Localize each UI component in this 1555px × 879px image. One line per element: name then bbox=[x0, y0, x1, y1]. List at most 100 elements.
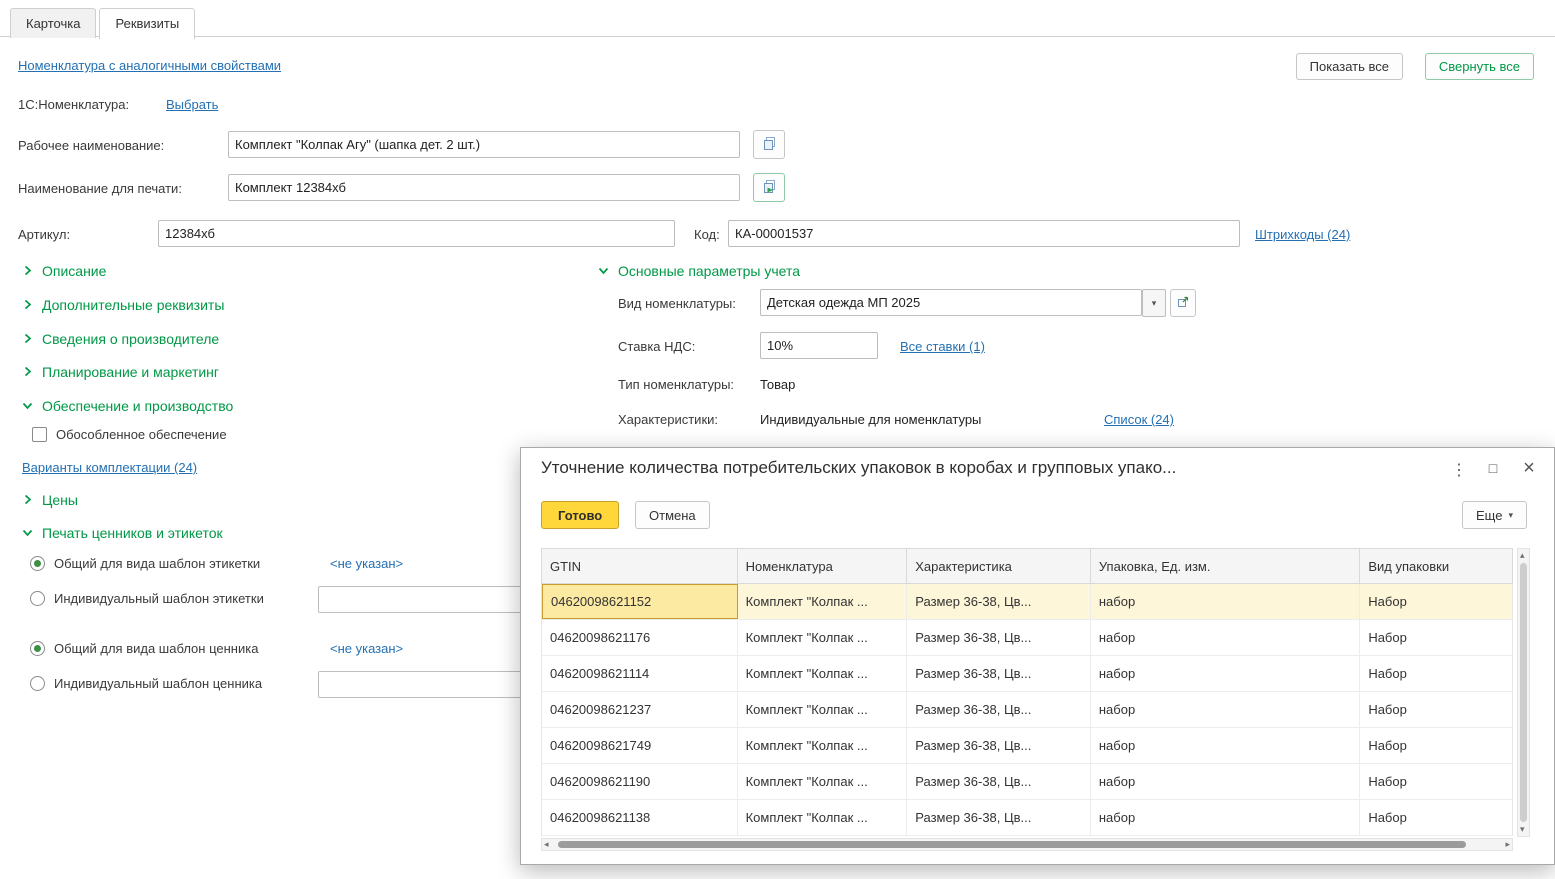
section-labels-printing[interactable]: Печать ценников и этикеток bbox=[22, 525, 223, 541]
table-row[interactable]: 04620098621152 Комплект "Колпак ... Разм… bbox=[541, 584, 1513, 620]
kind-dropdown-button[interactable]: ▾ bbox=[1142, 289, 1166, 317]
cell-kind[interactable]: Набор bbox=[1360, 692, 1512, 727]
common-price-tag-value[interactable]: <не указан> bbox=[330, 641, 403, 656]
cell-kind[interactable]: Набор bbox=[1360, 584, 1512, 619]
table-row[interactable]: 04620098621176 Комплект "Колпак ... Разм… bbox=[541, 620, 1513, 656]
vat-input[interactable] bbox=[760, 332, 878, 359]
cell-nomenclature[interactable]: Комплект "Колпак ... bbox=[738, 656, 908, 691]
cell-kind[interactable]: Набор bbox=[1360, 800, 1512, 835]
vat-rates-link[interactable]: Все ставки (1) bbox=[900, 339, 985, 354]
cell-kind[interactable]: Набор bbox=[1360, 656, 1512, 691]
table-row[interactable]: 04620098621749 Комплект "Колпак ... Разм… bbox=[541, 728, 1513, 764]
cell-nomenclature[interactable]: Комплект "Колпак ... bbox=[738, 620, 908, 655]
cell-kind[interactable]: Набор bbox=[1360, 728, 1512, 763]
section-main-params[interactable]: Основные параметры учета bbox=[598, 263, 800, 279]
kind-input[interactable] bbox=[760, 289, 1142, 316]
barcodes-link[interactable]: Штрихкоды (24) bbox=[1255, 227, 1350, 242]
more-button[interactable]: Еще▾ bbox=[1462, 501, 1527, 529]
maximize-icon[interactable]: □ bbox=[1483, 460, 1503, 476]
cell-package[interactable]: набор bbox=[1091, 656, 1360, 691]
horizontal-scrollbar[interactable]: ◂ ▸ bbox=[541, 838, 1513, 851]
done-button[interactable]: Готово bbox=[541, 501, 619, 529]
kind-open-button[interactable] bbox=[1170, 289, 1196, 317]
column-header-kind[interactable]: Вид упаковки bbox=[1360, 549, 1512, 583]
dialog-title: Уточнение количества потребительских упа… bbox=[541, 458, 1176, 478]
cell-gtin[interactable]: 04620098621138 bbox=[542, 800, 738, 835]
table-row[interactable]: 04620098621237 Комплект "Колпак ... Разм… bbox=[541, 692, 1513, 728]
cell-gtin[interactable]: 04620098621190 bbox=[542, 764, 738, 799]
column-header-gtin[interactable]: GTIN bbox=[542, 549, 738, 583]
cell-package[interactable]: набор bbox=[1091, 692, 1360, 727]
scroll-up-icon[interactable]: ▴ bbox=[1520, 550, 1525, 561]
cell-nomenclature[interactable]: Комплект "Колпак ... bbox=[738, 800, 908, 835]
individual-label-radio[interactable] bbox=[30, 591, 45, 606]
vertical-scrollbar[interactable]: ▴ ▾ bbox=[1517, 548, 1530, 837]
section-supply-production[interactable]: Обеспечение и производство bbox=[22, 398, 233, 414]
onec-choose-link[interactable]: Выбрать bbox=[166, 97, 218, 112]
horizontal-scroll-thumb[interactable] bbox=[558, 841, 1466, 848]
separate-supply-checkbox[interactable] bbox=[32, 427, 47, 442]
tab-requisites[interactable]: Реквизиты bbox=[99, 8, 195, 39]
cell-gtin[interactable]: 04620098621749 bbox=[542, 728, 738, 763]
tab-card[interactable]: Карточка bbox=[10, 8, 96, 38]
table-row[interactable]: 04620098621190 Комплект "Колпак ... Разм… bbox=[541, 764, 1513, 800]
cell-nomenclature[interactable]: Комплект "Колпак ... bbox=[738, 764, 908, 799]
cell-package[interactable]: набор bbox=[1091, 620, 1360, 655]
collapse-all-button[interactable]: Свернуть все bbox=[1425, 53, 1534, 80]
cell-package[interactable]: набор bbox=[1091, 764, 1360, 799]
kebab-menu-icon[interactable]: ⋮ bbox=[1449, 460, 1469, 480]
cell-gtin[interactable]: 04620098621114 bbox=[542, 656, 738, 691]
common-label-value[interactable]: <не указан> bbox=[330, 556, 403, 571]
column-header-package[interactable]: Упаковка, Ед. изм. bbox=[1091, 549, 1360, 583]
cell-nomenclature[interactable]: Комплект "Колпак ... bbox=[738, 728, 908, 763]
characteristics-list-link[interactable]: Список (24) bbox=[1104, 412, 1174, 427]
individual-price-tag-radio[interactable] bbox=[30, 676, 45, 691]
scroll-right-icon[interactable]: ▸ bbox=[1505, 839, 1510, 850]
common-label-radio[interactable] bbox=[30, 556, 45, 571]
similar-nomenclature-link[interactable]: Номенклатура с аналогичными свойствами bbox=[18, 58, 281, 73]
cell-package[interactable]: набор bbox=[1091, 584, 1360, 619]
kit-variants-link[interactable]: Варианты комплектации (24) bbox=[22, 460, 197, 475]
table-row[interactable]: 04620098621138 Комплект "Колпак ... Разм… bbox=[541, 800, 1513, 836]
cell-kind[interactable]: Набор bbox=[1360, 620, 1512, 655]
article-input[interactable] bbox=[158, 220, 675, 247]
table-row[interactable]: 04620098621114 Комплект "Колпак ... Разм… bbox=[541, 656, 1513, 692]
working-name-input[interactable] bbox=[228, 131, 740, 158]
cell-gtin[interactable]: 04620098621152 bbox=[542, 584, 738, 619]
chevron-down-icon bbox=[598, 263, 609, 279]
print-name-input[interactable] bbox=[228, 174, 740, 201]
cell-kind[interactable]: Набор bbox=[1360, 764, 1512, 799]
section-description[interactable]: Описание bbox=[22, 263, 106, 279]
cell-characteristic[interactable]: Размер 36-38, Цв... bbox=[907, 692, 1091, 727]
cell-characteristic[interactable]: Размер 36-38, Цв... bbox=[907, 764, 1091, 799]
cell-nomenclature[interactable]: Комплект "Колпак ... bbox=[738, 584, 908, 619]
cell-gtin[interactable]: 04620098621237 bbox=[542, 692, 738, 727]
scroll-down-icon[interactable]: ▾ bbox=[1520, 824, 1525, 835]
common-price-tag-radio[interactable] bbox=[30, 641, 45, 656]
section-additional-attributes[interactable]: Дополнительные реквизиты bbox=[22, 297, 224, 313]
cell-characteristic[interactable]: Размер 36-38, Цв... bbox=[907, 620, 1091, 655]
cell-characteristic[interactable]: Размер 36-38, Цв... bbox=[907, 728, 1091, 763]
show-all-button[interactable]: Показать все bbox=[1296, 53, 1403, 80]
code-input[interactable] bbox=[728, 220, 1240, 247]
individual-label-input[interactable] bbox=[318, 586, 528, 613]
cell-characteristic[interactable]: Размер 36-38, Цв... bbox=[907, 584, 1091, 619]
vertical-scroll-thumb[interactable] bbox=[1520, 563, 1527, 822]
copy-name-button[interactable] bbox=[753, 130, 785, 159]
cell-characteristic[interactable]: Размер 36-38, Цв... bbox=[907, 656, 1091, 691]
close-icon[interactable]: × bbox=[1519, 457, 1539, 480]
cell-package[interactable]: набор bbox=[1091, 800, 1360, 835]
cell-package[interactable]: набор bbox=[1091, 728, 1360, 763]
section-planning-marketing[interactable]: Планирование и маркетинг bbox=[22, 364, 219, 380]
cell-nomenclature[interactable]: Комплект "Колпак ... bbox=[738, 692, 908, 727]
cell-gtin[interactable]: 04620098621176 bbox=[542, 620, 738, 655]
individual-price-tag-input[interactable] bbox=[318, 671, 528, 698]
column-header-nomenclature[interactable]: Номенклатура bbox=[738, 549, 908, 583]
section-prices[interactable]: Цены bbox=[22, 492, 78, 508]
column-header-characteristic[interactable]: Характеристика bbox=[907, 549, 1091, 583]
cell-characteristic[interactable]: Размер 36-38, Цв... bbox=[907, 800, 1091, 835]
scroll-left-icon[interactable]: ◂ bbox=[544, 839, 549, 850]
cancel-button[interactable]: Отмена bbox=[635, 501, 710, 529]
section-manufacturer-info[interactable]: Сведения о производителе bbox=[22, 331, 219, 347]
fill-print-name-button[interactable] bbox=[753, 173, 785, 202]
